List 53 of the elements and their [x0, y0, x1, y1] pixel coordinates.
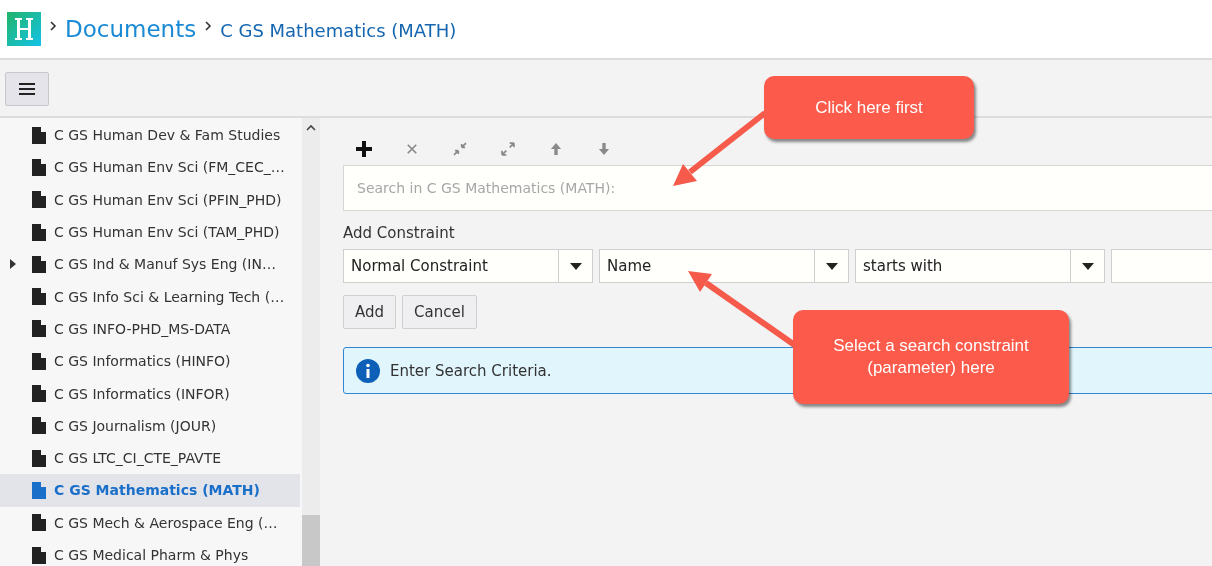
- caret-icon: [569, 262, 582, 270]
- breadcrumb-current: C GS Mathematics (MATH): [220, 20, 457, 41]
- tree-item[interactable]: C GS LTC_CI_CTE_PAVTE: [0, 441, 300, 475]
- document-icon: [32, 255, 46, 273]
- document-icon: [32, 417, 46, 435]
- tree-item[interactable]: C GS Medical Pharm & Phys: [0, 538, 300, 566]
- scroll-up-icon[interactable]: [305, 124, 317, 132]
- document-icon: [32, 514, 46, 532]
- document-icon: [32, 288, 46, 306]
- dropdown[interactable]: Normal Constraint: [343, 249, 593, 283]
- action-button[interactable]: Cancel: [402, 295, 477, 329]
- document-icon: [32, 546, 46, 564]
- tree-item[interactable]: C GS Ind & Manuf Sys Eng (IN…: [0, 248, 300, 281]
- tree-item[interactable]: C GS Info Sci & Learning Tech (…: [0, 280, 300, 313]
- document-icon: [32, 223, 46, 241]
- dropdown[interactable]: Name: [599, 249, 849, 283]
- expand-caret-icon[interactable]: [10, 259, 16, 270]
- info-message: Enter Search Criteria.: [390, 361, 552, 380]
- caret-icon: [1081, 262, 1094, 270]
- search-field[interactable]: Search in C GS Mathematics (MATH):: [343, 165, 1212, 211]
- document-icon: [32, 449, 46, 467]
- document-icon: [32, 126, 46, 144]
- chevron-icon: [49, 21, 57, 31]
- scrollbar[interactable]: [302, 118, 320, 566]
- callout: Select a search constraint (parameter) here: [793, 310, 1069, 404]
- document-icon: [32, 191, 46, 209]
- tree-item[interactable]: C GS Informatics (HINFO): [0, 345, 300, 378]
- tree-item[interactable]: C GS Journalism (JOUR): [0, 409, 300, 442]
- tree-item[interactable]: C GS INFO-PHD_MS-DATA: [0, 312, 300, 346]
- info-icon: [356, 358, 380, 383]
- action-button[interactable]: Add: [343, 295, 397, 329]
- scroll-thumb[interactable]: [302, 515, 320, 566]
- tree-item[interactable]: C GS Human Env Sci (PFIN_PHD): [0, 183, 300, 216]
- section-heading: Add Constraint: [343, 224, 456, 242]
- breadcrumb-link[interactable]: Documents: [65, 16, 197, 42]
- document-icon: [32, 385, 46, 402]
- document-icon: [32, 352, 46, 370]
- tree-item[interactable]: C GS Human Env Sci (FM_CEC_…: [0, 151, 300, 184]
- document-icon: [32, 158, 46, 176]
- menu-button[interactable]: [5, 72, 49, 106]
- tree-item[interactable]: C GS Human Env Sci (TAM_PHD): [0, 215, 300, 249]
- tree-item[interactable]: C GS Human Dev & Fam Studies: [0, 119, 300, 152]
- document-icon: [32, 320, 46, 338]
- menu-icon: [18, 82, 36, 96]
- tree-item[interactable]: C GS Mech & Aerospace Eng (…: [0, 506, 300, 539]
- dropdown[interactable]: starts with: [855, 249, 1105, 283]
- callout: Click here first: [764, 76, 974, 139]
- caret-icon: [825, 262, 838, 270]
- tree-item[interactable]: C GS Informatics (INFOR): [0, 377, 300, 410]
- logo-icon[interactable]: [7, 12, 41, 46]
- tree-item[interactable]: C GS Mathematics (MATH): [0, 474, 300, 507]
- document-icon: [32, 481, 46, 499]
- chevron-icon: [204, 21, 213, 31]
